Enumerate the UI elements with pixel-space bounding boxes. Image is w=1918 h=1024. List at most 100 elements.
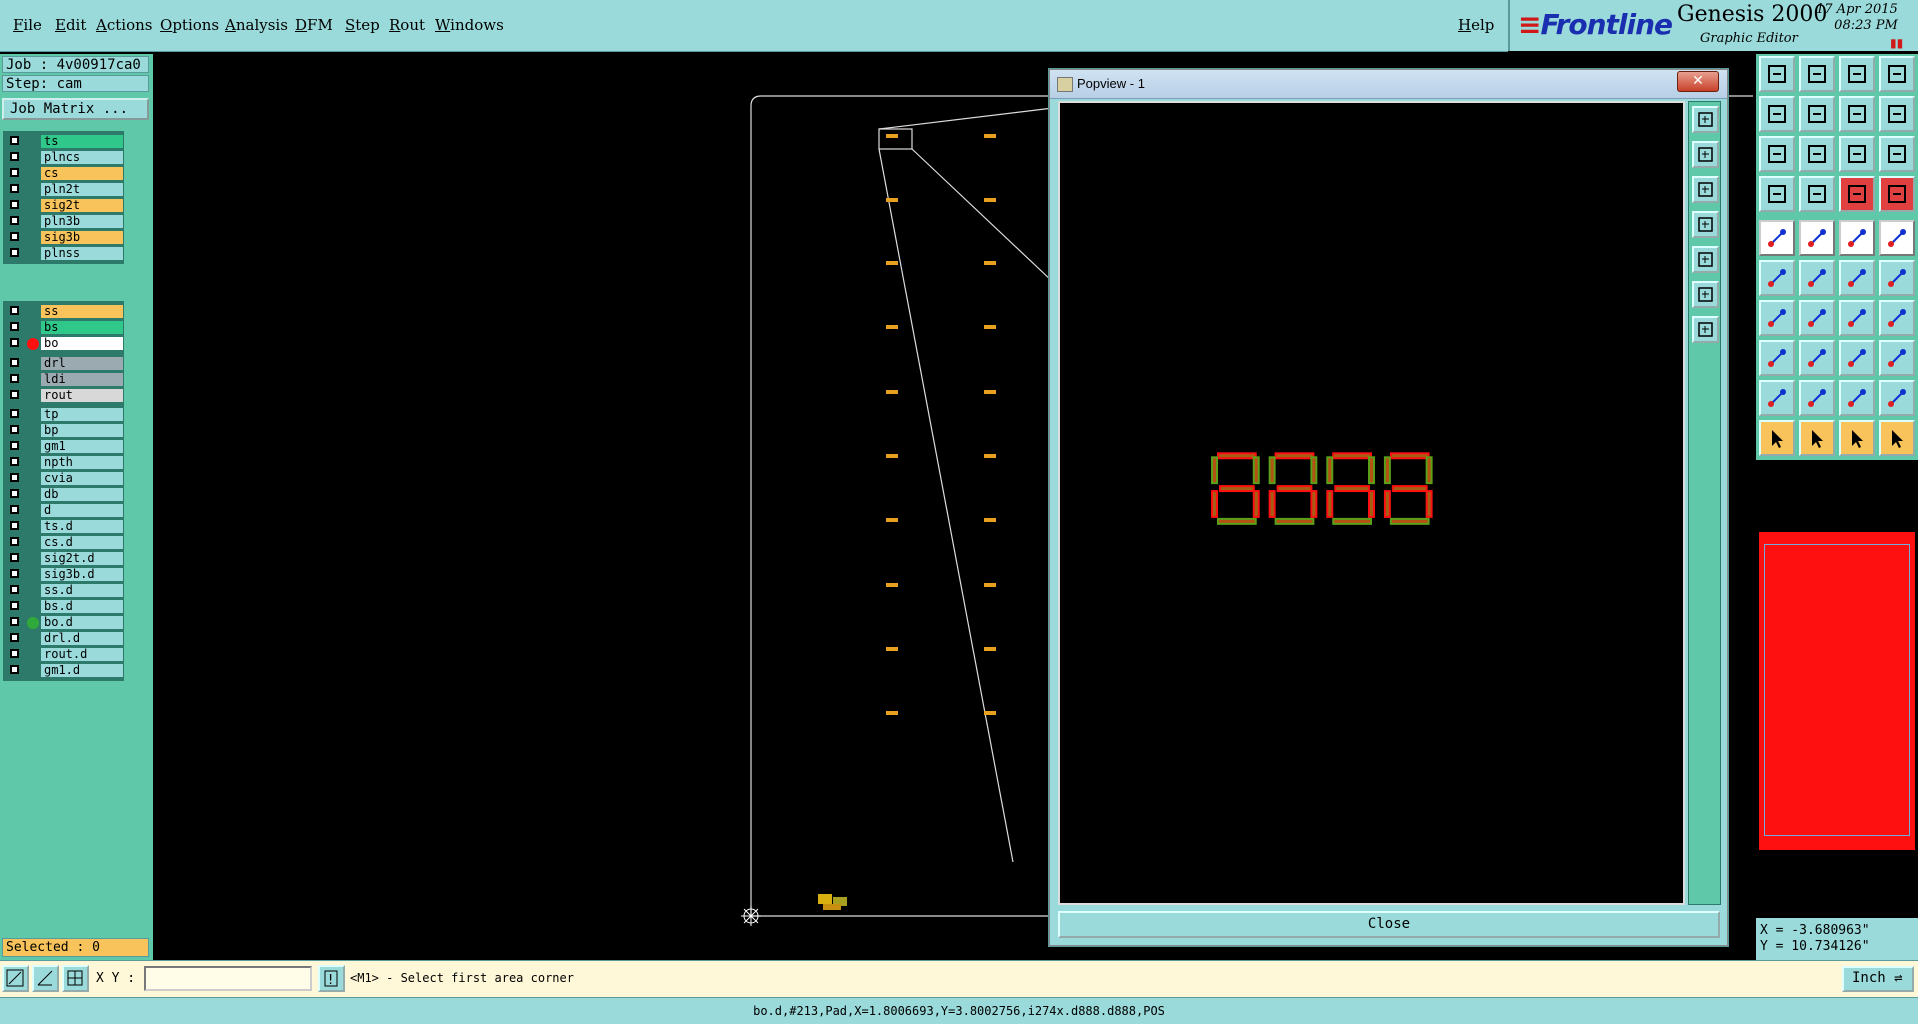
layer-row[interactable]: ts.d	[5, 519, 123, 534]
layer-row[interactable]: db	[5, 487, 123, 502]
layer-checkbox[interactable]	[10, 152, 19, 161]
window-icon[interactable]	[1879, 56, 1915, 92]
zoom-area-icon[interactable]	[1799, 136, 1835, 172]
grid-icon[interactable]	[62, 965, 89, 992]
delete-icon[interactable]	[1799, 260, 1835, 296]
layer-row[interactable]: cs	[5, 166, 123, 181]
layer-checkbox[interactable]	[10, 473, 19, 482]
line-icon[interactable]	[1759, 300, 1795, 336]
layer-checkbox[interactable]	[10, 601, 19, 610]
menu-options[interactable]: Options	[160, 16, 219, 34]
pan-left-icon[interactable]	[1759, 96, 1795, 132]
layer-checkbox[interactable]	[10, 184, 19, 193]
rotate-icon[interactable]	[1839, 300, 1875, 336]
layer-checkbox[interactable]	[10, 306, 19, 315]
pan-left-icon[interactable]	[1692, 211, 1719, 238]
layer-row[interactable]: drl.d	[5, 631, 123, 646]
menu-help[interactable]: Help	[1458, 16, 1494, 34]
layer-row[interactable]: ss	[5, 304, 123, 319]
unit-selector[interactable]: Inch ⇌	[1842, 966, 1914, 992]
layer-checkbox[interactable]	[10, 489, 19, 498]
layer-row[interactable]: d	[5, 503, 123, 518]
layer-checkbox[interactable]	[10, 390, 19, 399]
menu-rout[interactable]: Rout	[389, 16, 425, 34]
snap-off-icon[interactable]	[1879, 176, 1915, 212]
pin-icon[interactable]	[1799, 176, 1835, 212]
zoom-window-icon[interactable]	[1692, 106, 1719, 133]
layer-checkbox[interactable]	[10, 216, 19, 225]
layer-checkbox[interactable]	[10, 409, 19, 418]
exclamation-icon[interactable]: !	[318, 965, 345, 992]
menu-step[interactable]: Step	[345, 16, 380, 34]
polygon2-icon[interactable]	[1799, 380, 1835, 416]
ruler-icon[interactable]	[1839, 220, 1875, 256]
layer-row[interactable]: bo.d	[5, 615, 123, 630]
menu-edit[interactable]: Edit	[55, 16, 86, 34]
pad-add-icon[interactable]	[1759, 220, 1795, 256]
measure-icon[interactable]	[32, 965, 59, 992]
popview-canvas[interactable]	[1058, 101, 1685, 905]
import-icon[interactable]	[1759, 56, 1795, 92]
layer-checkbox[interactable]	[10, 569, 19, 578]
zoom-home-icon[interactable]	[1692, 316, 1719, 343]
job-matrix-button[interactable]: Job Matrix ...	[2, 98, 149, 120]
layer-row[interactable]: drl	[5, 356, 123, 371]
circle-icon[interactable]	[1879, 220, 1915, 256]
layer-checkbox[interactable]	[10, 358, 19, 367]
polygon-icon[interactable]	[1759, 380, 1795, 416]
layer-checkbox[interactable]	[10, 521, 19, 530]
zoom-in-icon[interactable]	[1692, 141, 1719, 168]
layer-row[interactable]: rout	[5, 388, 123, 403]
layer-checkbox[interactable]	[10, 338, 19, 347]
layer-row[interactable]: sig3b	[5, 230, 123, 245]
filter-icon[interactable]	[1759, 176, 1795, 212]
layer-row[interactable]: sig2t.d	[5, 551, 123, 566]
layer-row[interactable]: ts	[5, 134, 123, 149]
layer-row[interactable]: pln2t	[5, 182, 123, 197]
layer-checkbox[interactable]	[10, 374, 19, 383]
scale-icon[interactable]	[1839, 136, 1875, 172]
close-button[interactable]: Close	[1058, 911, 1720, 938]
layer-checkbox[interactable]	[10, 633, 19, 642]
layer-checkbox[interactable]	[10, 200, 19, 209]
layer-checkbox[interactable]	[10, 617, 19, 626]
layer-row[interactable]: npth	[5, 455, 123, 470]
layer-checkbox[interactable]	[10, 136, 19, 145]
select-alt-icon[interactable]	[1839, 420, 1875, 456]
zoom-fit-icon[interactable]	[1759, 136, 1795, 172]
route-icon[interactable]	[1879, 260, 1915, 296]
layer-checkbox[interactable]	[10, 505, 19, 514]
layer-checkbox[interactable]	[10, 649, 19, 658]
menu-file[interactable]: File	[13, 16, 42, 34]
menu-windows[interactable]: Windows	[435, 16, 504, 34]
export-icon[interactable]	[1799, 56, 1835, 92]
layer-row[interactable]: rout.d	[5, 647, 123, 662]
layer-row[interactable]: bo	[5, 336, 123, 351]
layer-checkbox[interactable]	[10, 248, 19, 257]
mirror-icon[interactable]	[1879, 300, 1915, 336]
overview-panel[interactable]	[1756, 460, 1918, 915]
move-icon[interactable]	[1759, 260, 1795, 296]
menu-analysis[interactable]: Analysis	[225, 16, 288, 34]
help-icon[interactable]	[1879, 136, 1915, 172]
menu-dfm[interactable]: DFM	[295, 16, 333, 34]
pad-move-icon[interactable]	[1759, 340, 1795, 376]
layer-checkbox[interactable]	[10, 425, 19, 434]
window-close-button[interactable]: ✕	[1677, 71, 1719, 92]
layer-row[interactable]: ldi	[5, 372, 123, 387]
connect-icon[interactable]	[1839, 260, 1875, 296]
layer-row[interactable]: tp	[5, 407, 123, 422]
layer-checkbox[interactable]	[10, 441, 19, 450]
snap-on-icon[interactable]	[1839, 176, 1875, 212]
layer-row[interactable]: ss.d	[5, 583, 123, 598]
minus-icon[interactable]	[1799, 340, 1835, 376]
redraw-icon[interactable]	[1839, 96, 1875, 132]
select-icon[interactable]	[1759, 420, 1795, 456]
layer-row[interactable]: sig2t	[5, 198, 123, 213]
layer-row[interactable]: pln3b	[5, 214, 123, 229]
layer-row[interactable]: plnss	[5, 246, 123, 261]
layer-row[interactable]: sig3b.d	[5, 567, 123, 582]
pan-right-icon[interactable]	[1799, 96, 1835, 132]
layer-checkbox[interactable]	[10, 322, 19, 331]
layer-checkbox[interactable]	[10, 232, 19, 241]
